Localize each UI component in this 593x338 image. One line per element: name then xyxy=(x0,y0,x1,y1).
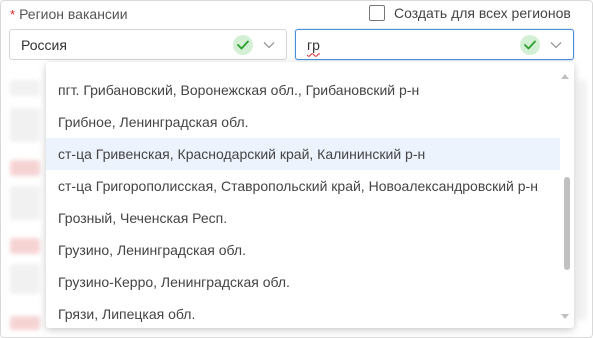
scroll-down-arrow-icon[interactable] xyxy=(560,312,570,320)
dropdown-option[interactable]: ст-ца Григорополисская, Ставропольский к… xyxy=(46,170,560,202)
dropdown-option[interactable]: Грибное, Ленинградская обл. xyxy=(46,106,560,138)
region-label-text: Регион вакансии xyxy=(19,6,128,22)
chevron-down-icon[interactable] xyxy=(261,37,277,53)
background-blur xyxy=(10,264,40,294)
background-blur xyxy=(10,238,40,254)
region-select[interactable]: гр xyxy=(295,29,574,60)
dropdown-option[interactable]: Грузино-Керро, Ленинградская обл. xyxy=(46,266,560,298)
dropdown-option[interactable]: Грузино, Ленинградская обл. xyxy=(46,234,560,266)
scroll-up-arrow-icon[interactable] xyxy=(560,72,570,80)
dropdown-option[interactable]: Грозный, Чеченская Респ. xyxy=(46,202,560,234)
region-dropdown-list[interactable]: пгт. Грибановский, Воронежская обл., Гри… xyxy=(46,62,574,328)
background-blur xyxy=(10,186,40,220)
country-select[interactable]: Россия xyxy=(9,29,287,60)
background-blur xyxy=(10,160,40,176)
all-regions-checkbox-label[interactable]: Создать для всех регионов xyxy=(394,5,571,21)
dropdown-option[interactable]: ст-ца Гривенская, Краснодарский край, Ка… xyxy=(46,138,560,170)
background-blur xyxy=(10,108,40,142)
all-regions-checkbox-row[interactable]: Создать для всех регионов xyxy=(369,5,571,21)
all-regions-checkbox[interactable] xyxy=(369,5,385,21)
dropdown-option[interactable]: Грязи, Липецкая обл. xyxy=(46,298,560,328)
background-blur xyxy=(577,80,587,320)
region-search-input[interactable]: гр xyxy=(296,37,520,53)
dropdown-option[interactable]: пгт. Грибановский, Воронежская обл., Гри… xyxy=(46,74,560,106)
check-circle-icon xyxy=(233,34,253,55)
country-select-value: Россия xyxy=(21,36,67,53)
scrollbar-thumb[interactable] xyxy=(564,177,570,270)
background-blur xyxy=(10,316,40,330)
region-field-label: * Регион вакансии xyxy=(10,6,128,22)
background-blur xyxy=(10,80,40,96)
required-mark: * xyxy=(10,7,16,22)
chevron-down-icon[interactable] xyxy=(548,37,564,53)
check-circle-icon xyxy=(520,34,540,55)
